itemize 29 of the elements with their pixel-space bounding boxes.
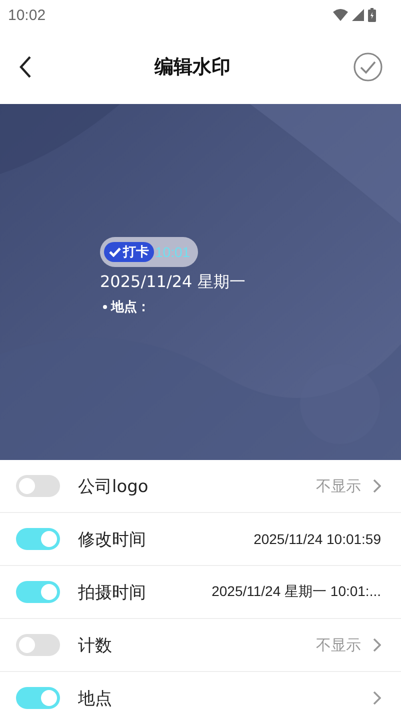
chevron-icon[interactable]: [373, 691, 381, 705]
watermark-location: 地点：: [111, 299, 150, 316]
setting-label: 拍摄时间: [78, 582, 146, 604]
setting-value: 不显示: [316, 636, 361, 654]
bullet-icon: [103, 305, 107, 309]
setting-label: 公司logo: [78, 476, 148, 498]
toggle-switch[interactable]: [16, 475, 60, 497]
confirm-button[interactable]: [351, 50, 385, 84]
toggle-switch[interactable]: [16, 581, 60, 603]
setting-value: 2025/11/24 10:01:59: [254, 531, 381, 547]
battery-icon: [368, 8, 376, 22]
setting-label: 修改时间: [78, 528, 146, 550]
setting-label: 地点: [78, 688, 112, 710]
toggle-switch[interactable]: [16, 687, 60, 709]
setting-value: 2025/11/24 星期一 10:01:...: [212, 583, 381, 601]
setting-label: 计数: [78, 634, 112, 656]
page-title: 编辑水印: [154, 55, 230, 80]
setting-value: 不显示: [316, 476, 361, 496]
signal-icon: [352, 9, 364, 21]
clock-in-time: 10:01: [155, 244, 192, 260]
status-time: 10:02: [8, 6, 46, 24]
wifi-icon: [333, 9, 348, 21]
toggle-switch[interactable]: [16, 634, 60, 656]
chevron-icon[interactable]: [373, 479, 381, 493]
check-icon: [109, 247, 121, 257]
toggle-switch[interactable]: [16, 528, 60, 550]
chevron-icon[interactable]: [373, 638, 381, 652]
clock-in-label: 打卡: [123, 244, 149, 261]
watermark-date: 2025/11/24 星期一: [100, 272, 246, 293]
